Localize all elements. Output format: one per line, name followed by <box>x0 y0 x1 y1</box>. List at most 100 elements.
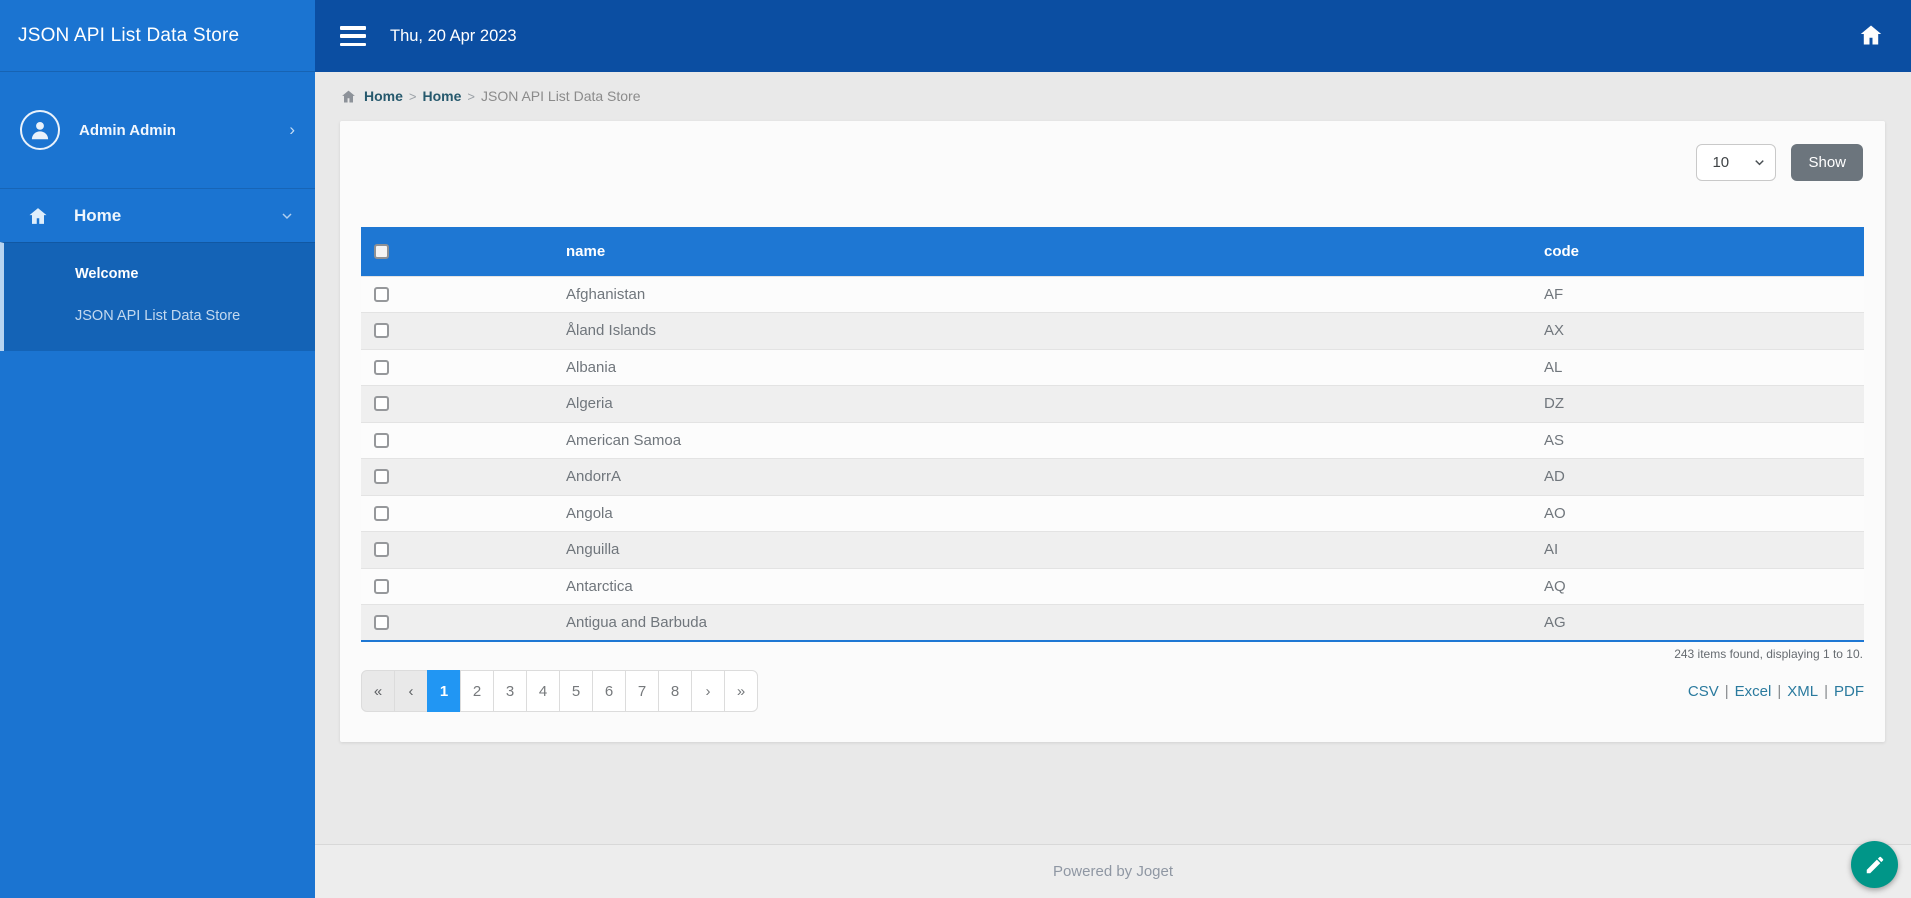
export-separator: | <box>1824 682 1828 700</box>
pagination-first[interactable]: « <box>361 670 395 712</box>
cell-code: AX <box>1544 322 1565 340</box>
row-checkbox[interactable] <box>374 359 389 375</box>
sidebar-item-label: Home <box>74 205 122 225</box>
breadcrumb-link[interactable]: Home <box>364 88 403 104</box>
row-checkbox-cell <box>361 495 566 532</box>
pagination-last[interactable]: » <box>724 670 758 712</box>
cell-name: American Samoa <box>566 431 682 449</box>
app-window: JSON API List Data Store Admin Admin › H… <box>0 0 1911 898</box>
cell-code: AO <box>1544 504 1566 522</box>
select-all-checkbox[interactable] <box>374 243 389 259</box>
row-checkbox[interactable] <box>374 323 389 339</box>
table-row[interactable]: Antigua and Barbuda AG <box>361 604 1864 642</box>
table-row[interactable]: AndorrA AD <box>361 458 1864 496</box>
chevron-down-icon <box>282 212 292 219</box>
breadcrumb-current: JSON API List Data Store <box>481 88 641 104</box>
home-icon <box>342 90 355 102</box>
pagination-page-4[interactable]: 4 <box>526 670 560 712</box>
user-menu[interactable]: Admin Admin › <box>0 72 315 188</box>
export-link-xml[interactable]: XML <box>1787 683 1818 700</box>
pagination-page-8[interactable]: 8 <box>658 670 692 712</box>
breadcrumb-separator: > <box>467 88 475 104</box>
pagination-page-6[interactable]: 6 <box>592 670 626 712</box>
row-checkbox-cell <box>361 422 566 459</box>
table-row[interactable]: Anguilla AI <box>361 531 1864 568</box>
cell-name: Afghanistan <box>566 285 646 303</box>
sidebar-submenu: Welcome JSON API List Data Store <box>0 242 315 351</box>
pencil-icon <box>1866 856 1883 873</box>
row-checkbox-cell <box>361 459 566 496</box>
row-checkbox[interactable] <box>374 615 389 630</box>
avatar <box>20 110 60 150</box>
cell-code: AS <box>1544 431 1565 449</box>
row-checkbox-cell <box>361 313 566 350</box>
edit-fab[interactable] <box>1851 841 1898 888</box>
pagination-next[interactable]: › <box>691 670 725 712</box>
row-checkbox-cell <box>361 349 566 386</box>
cell-code: AL <box>1544 358 1563 376</box>
table-row[interactable]: Angola AO <box>361 495 1864 532</box>
cell-name: AndorrA <box>566 468 622 486</box>
row-checkbox[interactable] <box>374 286 389 302</box>
pagination-page-2[interactable]: 2 <box>460 670 494 712</box>
data-table: name code Afghanistan AF Åland Islands AX Al… <box>361 227 1864 642</box>
table-header-row: name code <box>361 227 1864 276</box>
show-button[interactable]: Show <box>1791 144 1863 181</box>
cell-name: Albania <box>566 358 617 376</box>
row-checkbox[interactable] <box>374 578 389 594</box>
export-link-pdf[interactable]: PDF <box>1834 683 1864 700</box>
main-area: Thu, 20 Apr 2023 Home > Home > JSON API List… <box>315 0 1911 898</box>
sidebar-item-welcome[interactable]: Welcome <box>4 253 315 295</box>
sidebar-item-json-api-list-data-store[interactable]: JSON API List Data Store <box>4 295 315 337</box>
cell-code: AQ <box>1544 577 1566 595</box>
pagination-page-7[interactable]: 7 <box>625 670 659 712</box>
row-checkbox-cell <box>361 276 566 313</box>
export-link-csv[interactable]: CSV <box>1688 683 1719 700</box>
cell-code: AD <box>1544 468 1565 486</box>
footer-text: Powered by Joget <box>1052 863 1174 880</box>
table-row[interactable]: Antarctica AQ <box>361 568 1864 605</box>
export-link-excel[interactable]: Excel <box>1735 683 1772 700</box>
page-size-select-wrap: 10 <box>1696 144 1777 181</box>
pagination-page-3[interactable]: 3 <box>493 670 527 712</box>
export-separator: | <box>1777 682 1782 700</box>
row-checkbox-cell <box>361 605 566 642</box>
table-row[interactable]: Afghanistan AF <box>361 276 1864 313</box>
table-row[interactable]: Algeria DZ <box>361 385 1864 422</box>
cell-name: Antigua and Barbuda <box>566 614 707 631</box>
content: Home > Home > JSON API List Data Store 10 Sh… <box>315 72 1911 844</box>
chevron-right-icon: › <box>289 120 295 139</box>
pagination-page-1[interactable]: 1 <box>427 670 461 712</box>
home-icon <box>29 207 47 224</box>
sidebar-item-home[interactable]: Home <box>0 188 315 242</box>
column-header-code[interactable]: code <box>1544 227 1864 276</box>
row-checkbox-cell <box>361 568 566 605</box>
user-name: Admin Admin <box>79 121 176 139</box>
row-checkbox[interactable] <box>374 432 389 448</box>
menu-icon[interactable] <box>340 26 366 46</box>
items-summary: 243 items found, displaying 1 to 10. <box>1674 647 1863 661</box>
pagination-page-5[interactable]: 5 <box>559 670 593 712</box>
breadcrumb: Home > Home > JSON API List Data Store <box>340 72 1885 104</box>
breadcrumb-link[interactable]: Home <box>423 88 462 104</box>
row-checkbox[interactable] <box>374 396 389 412</box>
cell-code: AI <box>1544 541 1559 559</box>
pagination-prev[interactable]: ‹ <box>394 670 428 712</box>
row-checkbox[interactable] <box>374 505 389 521</box>
column-header-name[interactable]: name <box>566 227 1544 276</box>
table-row[interactable]: Albania AL <box>361 349 1864 386</box>
cell-name: Algeria <box>566 395 613 413</box>
cell-name: Anguilla <box>566 541 620 559</box>
home-icon[interactable] <box>1859 23 1883 50</box>
breadcrumb-separator: > <box>408 88 417 104</box>
table-row[interactable]: Åland Islands AX <box>361 312 1864 350</box>
topbar: Thu, 20 Apr 2023 <box>315 0 1911 72</box>
table-row[interactable]: American Samoa AS <box>361 422 1864 459</box>
page-size-select[interactable]: 10 <box>1696 144 1777 181</box>
cell-code: AG <box>1544 614 1566 631</box>
cell-name: Åland Islands <box>566 322 657 340</box>
sidebar: JSON API List Data Store Admin Admin › H… <box>0 0 315 898</box>
row-checkbox[interactable] <box>374 469 389 485</box>
app-title: JSON API List Data Store <box>0 0 315 72</box>
row-checkbox[interactable] <box>374 542 389 558</box>
